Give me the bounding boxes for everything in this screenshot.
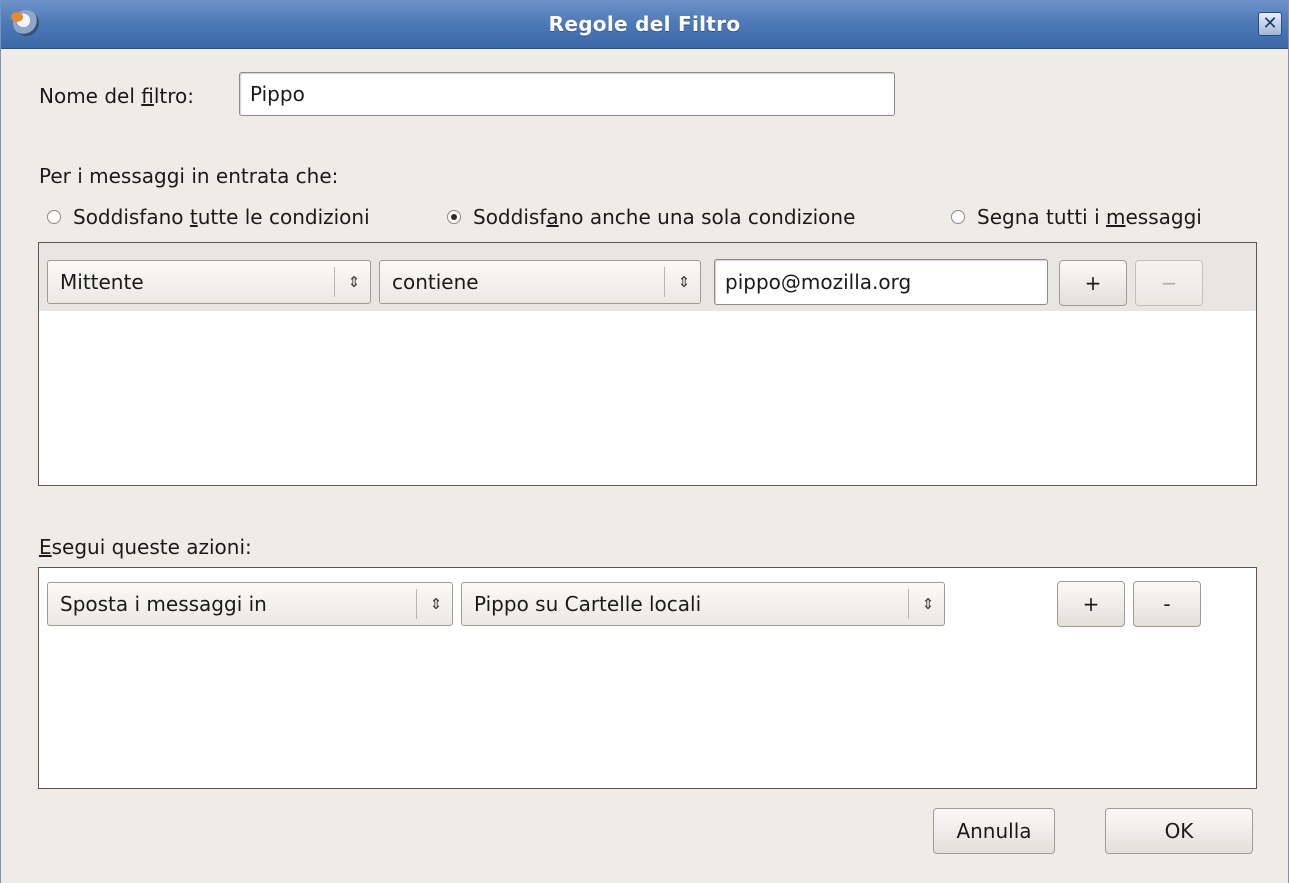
remove-action-button[interactable]: -	[1133, 581, 1201, 627]
window-title: Regole del Filtro	[548, 12, 741, 36]
select-separator	[416, 589, 417, 619]
action-target-value: Pippo su Cartelle locali	[474, 592, 702, 616]
radio-match-any[interactable]: Soddisfano anche una sola condizione	[447, 205, 855, 229]
remove-condition-button[interactable]: −	[1135, 260, 1203, 306]
select-arrows-icon: ⇕	[429, 595, 443, 613]
radio-indicator	[47, 210, 61, 224]
select-arrows-icon: ⇕	[347, 273, 361, 291]
ok-button[interactable]: OK	[1105, 808, 1253, 854]
condition-value-input[interactable]: pippo@mozilla.org	[714, 259, 1048, 305]
radio-match-all[interactable]: Soddisfano tutte le condizioni	[47, 205, 370, 229]
select-separator	[908, 589, 909, 619]
close-icon[interactable]: ✕	[1258, 12, 1282, 36]
filter-rules-dialog: Regole del Filtro ✕ Nome del filtro: Pip…	[0, 0, 1289, 883]
select-arrows-icon: ⇕	[677, 273, 691, 291]
select-separator	[334, 267, 335, 297]
radio-label: Segna tutti i messaggi	[977, 205, 1202, 229]
add-condition-button[interactable]: +	[1059, 260, 1127, 306]
select-separator	[664, 267, 665, 297]
select-arrows-icon: ⇕	[921, 595, 935, 613]
action-target-select[interactable]: Pippo su Cartelle locali ⇕	[461, 582, 945, 626]
title-bar[interactable]: Regole del Filtro ✕	[1, 0, 1288, 49]
conditions-list[interactable]: Mittente ⇕ contiene ⇕ pippo@mozilla.org …	[38, 242, 1257, 486]
filter-name-label: Nome del filtro:	[39, 84, 195, 108]
actions-heading: Esegui queste azioni:	[39, 535, 252, 559]
radio-all-messages[interactable]: Segna tutti i messaggi	[951, 205, 1202, 229]
actions-list[interactable]: Sposta i messaggi in ⇕ Pippo su Cartelle…	[38, 567, 1257, 789]
radio-indicator	[447, 210, 461, 224]
condition-operator-value: contiene	[392, 270, 479, 294]
action-type-value: Sposta i messaggi in	[60, 592, 267, 616]
add-action-button[interactable]: +	[1057, 581, 1125, 627]
filter-name-input[interactable]: Pippo	[239, 72, 895, 116]
condition-field-select[interactable]: Mittente ⇕	[47, 260, 371, 304]
radio-label: Soddisfano anche una sola condizione	[473, 205, 856, 229]
cancel-button[interactable]: Annulla	[933, 808, 1055, 854]
condition-operator-select[interactable]: contiene ⇕	[379, 260, 701, 304]
radio-indicator	[951, 210, 965, 224]
action-type-select[interactable]: Sposta i messaggi in ⇕	[47, 582, 453, 626]
incoming-heading: Per i messaggi in entrata che:	[39, 164, 339, 188]
condition-field-value: Mittente	[60, 270, 144, 294]
radio-label: Soddisfano tutte le condizioni	[73, 205, 370, 229]
